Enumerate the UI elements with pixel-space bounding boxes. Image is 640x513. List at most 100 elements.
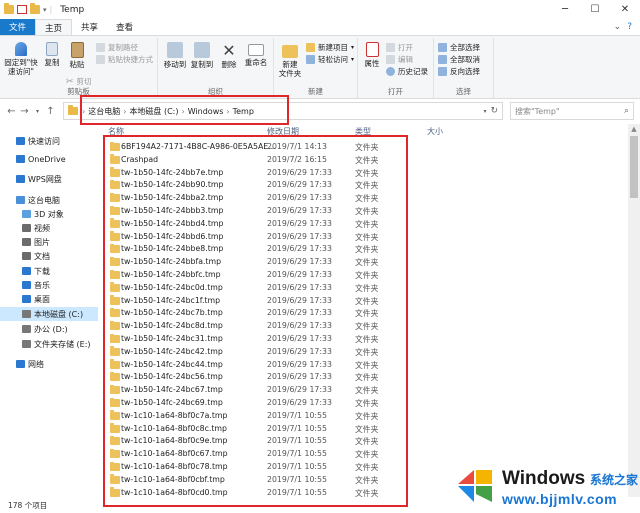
copy-to-button[interactable]: 复制到: [189, 42, 215, 69]
new-folder-icon[interactable]: [30, 3, 40, 14]
file-row[interactable]: tw-1b50-14fc-24bc69.tmp 2019/6/29 17:33 文件…: [104, 397, 624, 410]
file-row[interactable]: tw-1c10-1a64-8bf0c9e.tmp 2019/7/1 10:55 文件…: [104, 435, 624, 448]
chevron-down-icon[interactable]: ▾: [43, 6, 47, 14]
tab-file[interactable]: 文件: [0, 19, 36, 35]
breadcrumb-this-pc[interactable]: 这台电脑: [88, 106, 120, 117]
nav-item[interactable]: 视频: [0, 221, 98, 235]
column-header-name[interactable]: 名称: [108, 126, 124, 137]
file-row[interactable]: tw-1c10-1a64-8bf0c67.tmp 2019/7/1 10:55 文件…: [104, 448, 624, 461]
open-button[interactable]: 打开: [386, 42, 413, 53]
nav-item[interactable]: 文件夹存储 (E:): [0, 337, 98, 351]
forward-arrow-icon[interactable]: →: [18, 106, 31, 117]
maximize-button[interactable]: ☐: [580, 0, 610, 19]
close-button[interactable]: ✕: [610, 0, 640, 19]
column-header-type[interactable]: 类型: [355, 126, 371, 137]
nav-item[interactable]: 这台电脑: [0, 193, 98, 207]
minimize-button[interactable]: ─: [550, 0, 580, 19]
file-row[interactable]: tw-1b50-14fc-24bb90.tmp 2019/6/29 17:33 文件…: [104, 179, 624, 192]
properties-check-icon[interactable]: [17, 5, 27, 14]
delete-button[interactable]: ✕ 删除: [218, 42, 240, 70]
file-row[interactable]: tw-1c10-1a64-8bf0c7a.tmp 2019/7/1 10:55 文件…: [104, 410, 624, 423]
copy-button[interactable]: 复制: [41, 42, 63, 67]
nav-item[interactable]: 网络: [0, 357, 98, 371]
paste-button[interactable]: 粘贴: [65, 42, 89, 69]
up-arrow-icon[interactable]: ↑: [44, 106, 57, 117]
file-row[interactable]: tw-1b50-14fc-24bb7e.tmp 2019/6/29 17:33 文件…: [104, 167, 624, 180]
address-dropdown-icon[interactable]: ▾: [483, 108, 486, 115]
nav-item[interactable]: 桌面: [0, 292, 98, 306]
file-row[interactable]: 6BF194A2-7171-4B8C-A986-0E5A5AE... 2019/7…: [104, 141, 624, 154]
file-row[interactable]: tw-1b50-14fc-24bc0d.tmp 2019/6/29 17:33 文件…: [104, 282, 624, 295]
collapse-ribbon-icon[interactable]: ⌄: [614, 22, 622, 32]
back-arrow-icon[interactable]: ←: [5, 106, 18, 117]
nav-item[interactable]: OneDrive: [0, 152, 98, 166]
nav-item[interactable]: 本地磁盘 (C:): [0, 307, 98, 321]
file-row[interactable]: tw-1b50-14fc-24bba2.tmp 2019/6/29 17:33 文件…: [104, 192, 624, 205]
file-row[interactable]: tw-1b50-14fc-24bbe8.tmp 2019/6/29 17:33 文件…: [104, 243, 624, 256]
file-row[interactable]: tw-1b50-14fc-24bc56.tmp 2019/6/29 17:33 文件…: [104, 371, 624, 384]
nav-item[interactable]: 快速访问: [0, 134, 98, 148]
search-input[interactable]: 搜索"Temp" ⌕: [510, 102, 634, 120]
column-header-size[interactable]: 大小: [427, 126, 443, 137]
select-none-icon: [438, 55, 447, 64]
tab-share[interactable]: 共享: [72, 19, 107, 35]
help-icon[interactable]: ?: [627, 22, 632, 32]
new-folder-button[interactable]: 新建 文件夹: [277, 42, 303, 78]
paste-shortcut-button[interactable]: 粘贴快捷方式: [96, 54, 153, 65]
move-to-button[interactable]: 移动到: [162, 42, 188, 69]
open-icon: [386, 43, 395, 52]
invert-selection-button[interactable]: 反向选择: [438, 66, 480, 77]
breadcrumb-local-disk-c[interactable]: 本地磁盘 (C:): [129, 106, 178, 117]
refresh-icon[interactable]: ↻: [490, 106, 498, 116]
nav-item[interactable]: 图片: [0, 235, 98, 249]
file-row[interactable]: tw-1b50-14fc-24bc44.tmp 2019/6/29 17:33 文件…: [104, 359, 624, 372]
file-row[interactable]: tw-1b50-14fc-24bc7b.tmp 2019/6/29 17:33 文件…: [104, 307, 624, 320]
rename-button[interactable]: 重命名: [242, 42, 270, 67]
nav-item[interactable]: 下载: [0, 264, 98, 278]
select-none-button[interactable]: 全部取消: [438, 54, 480, 65]
copy-path-button[interactable]: 复制路径: [96, 42, 138, 53]
folder-icon: [110, 231, 120, 241]
file-row[interactable]: tw-1b50-14fc-24bbfa.tmp 2019/6/29 17:33 文件…: [104, 256, 624, 269]
tab-view[interactable]: 查看: [107, 19, 142, 35]
file-row[interactable]: tw-1b50-14fc-24bc1f.tmp 2019/6/29 17:33 文件…: [104, 295, 624, 308]
pin-quick-access-button[interactable]: 固定到"快 速访问": [3, 42, 39, 76]
new-item-button[interactable]: 新建项目 ▾: [306, 42, 354, 53]
file-row[interactable]: tw-1b50-14fc-24bc42.tmp 2019/6/29 17:33 文件…: [104, 346, 624, 359]
file-row[interactable]: tw-1b50-14fc-24bbfc.tmp 2019/6/29 17:33 文件…: [104, 269, 624, 282]
nav-item[interactable]: 音乐: [0, 278, 98, 292]
file-row[interactable]: tw-1b50-14fc-24bbd6.tmp 2019/6/29 17:33 文件…: [104, 231, 624, 244]
file-row[interactable]: Crashpad 2019/7/2 16:15 文件夹: [104, 154, 624, 167]
select-all-button[interactable]: 全部选择: [438, 42, 480, 53]
file-row[interactable]: tw-1c10-1a64-8bf0c8c.tmp 2019/7/1 10:55 文件…: [104, 423, 624, 436]
history-button[interactable]: 历史记录: [386, 66, 428, 77]
watermark: Windows 系统之家 www.bjjmlv.com: [452, 462, 640, 513]
recent-locations-icon[interactable]: ▾: [31, 108, 44, 115]
folder-icon[interactable]: [4, 3, 14, 14]
file-row[interactable]: tw-1b50-14fc-24bbb3.tmp 2019/6/29 17:33 文件…: [104, 205, 624, 218]
scrollbar-thumb[interactable]: [630, 136, 638, 198]
file-name: tw-1b50-14fc-24bc44.tmp: [121, 359, 223, 369]
file-row[interactable]: tw-1b50-14fc-24bc67.tmp 2019/6/29 17:33 文件…: [104, 384, 624, 397]
address-bar[interactable]: › 这台电脑 › 本地磁盘 (C:) › Windows › Temp ▾ ↻: [63, 102, 503, 120]
file-row[interactable]: tw-1b50-14fc-24bc8d.tmp 2019/6/29 17:33 文件…: [104, 320, 624, 333]
file-row[interactable]: tw-1b50-14fc-24bc31.tmp 2019/6/29 17:33 文件…: [104, 333, 624, 346]
scroll-up-icon[interactable]: ▲: [628, 125, 640, 133]
properties-button[interactable]: 属性: [361, 42, 383, 68]
tab-home[interactable]: 主页: [35, 19, 73, 35]
breadcrumb-windows[interactable]: Windows: [188, 107, 224, 116]
file-date: 2019/7/1 10:55: [267, 436, 327, 446]
breadcrumb-temp[interactable]: Temp: [233, 107, 254, 116]
file-row[interactable]: tw-1b50-14fc-24bbd4.tmp 2019/6/29 17:33 文件…: [104, 218, 624, 231]
edit-button[interactable]: 编辑: [386, 54, 413, 65]
nav-item[interactable]: 文档: [0, 249, 98, 263]
nav-item[interactable]: 办公 (D:): [0, 322, 98, 336]
column-header-date[interactable]: 修改日期: [267, 126, 299, 137]
nav-item[interactable]: WPS网盘: [0, 172, 98, 186]
easy-access-button[interactable]: 轻松访问 ▾: [306, 54, 354, 65]
select-group: 全部选择 全部取消 反向选择 选择: [434, 38, 494, 98]
folder-icon: [68, 105, 78, 115]
folder-icon: [110, 154, 120, 164]
vertical-scrollbar[interactable]: ▲: [628, 124, 640, 497]
nav-item[interactable]: 3D 对象: [0, 207, 98, 221]
